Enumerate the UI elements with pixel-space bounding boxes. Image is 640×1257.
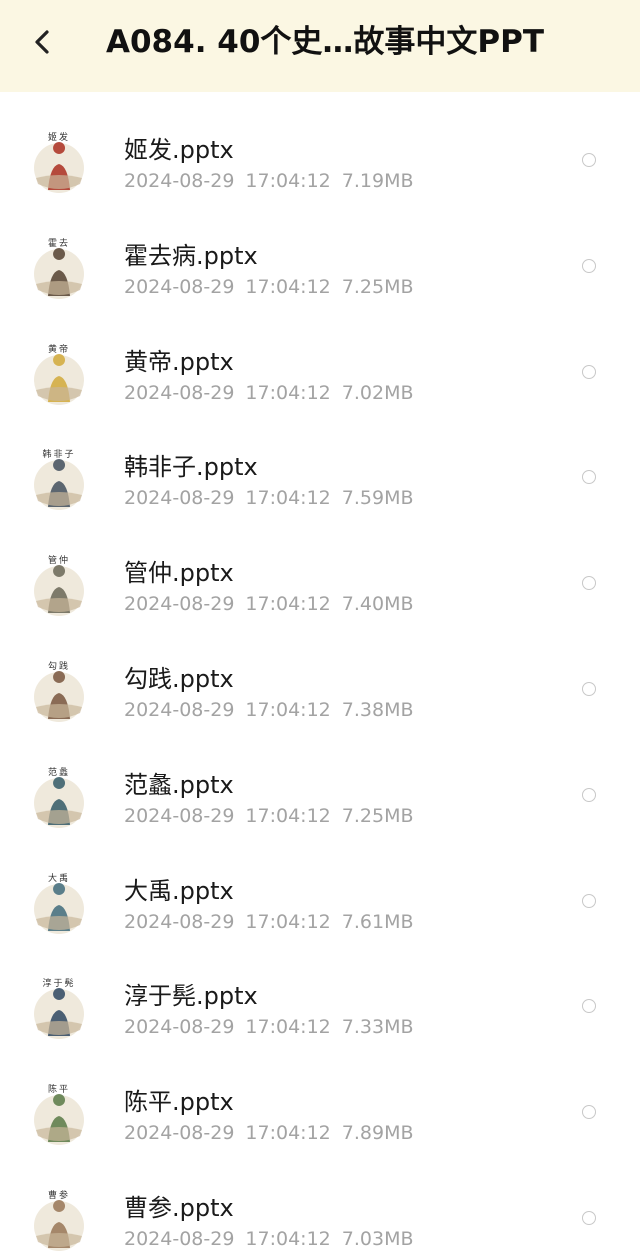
select-radio[interactable] <box>582 1210 596 1225</box>
file-meta: 2024-08-29 17:04:12 7.19MB <box>124 168 425 194</box>
select-radio[interactable] <box>582 787 596 802</box>
select-radio[interactable] <box>582 576 596 591</box>
page-title: A084. 40个史…故事中文PPT <box>106 24 544 60</box>
file-meta: 2024-08-29 17:04:12 7.59MB <box>124 485 425 511</box>
file-name: 范蠡.pptx <box>124 770 234 799</box>
file-meta: 2024-08-29 17:04:12 7.89MB <box>124 1120 425 1146</box>
file-meta: 2024-08-29 17:04:12 7.03MB <box>124 1226 425 1252</box>
file-meta: 2024-08-29 17:04:12 7.25MB <box>124 274 425 300</box>
thumbnail-caption: 韩非子 <box>42 450 76 461</box>
thumbnail-caption: 姬发 <box>47 133 70 143</box>
file-size: 7.40MB <box>341 593 414 616</box>
file-time: 17:04:12 <box>245 1016 331 1039</box>
select-radio[interactable] <box>582 681 596 696</box>
file-date: 2024-08-29 <box>124 275 235 298</box>
file-date: 2024-08-29 <box>124 170 235 192</box>
file-list-item[interactable]: 陈平 陈平.pptx 2024-08-29 17:04:12 7.89MB <box>0 1044 640 1150</box>
select-radio[interactable] <box>582 893 596 908</box>
file-size: 7.59MB <box>341 487 414 510</box>
file-time: 17:04:12 <box>245 593 331 616</box>
file-date: 2024-08-29 <box>124 1227 235 1250</box>
file-time: 17:04:12 <box>245 275 331 298</box>
file-size: 7.25MB <box>341 804 414 827</box>
file-meta: 2024-08-29 17:04:12 7.38MB <box>124 697 425 723</box>
select-radio[interactable] <box>582 153 596 167</box>
file-meta: 2024-08-29 17:04:12 7.61MB <box>124 909 425 935</box>
file-list-item[interactable]: 黄帝 黄帝.pptx 2024-08-29 17:04:12 7.02MB <box>0 304 640 410</box>
file-name: 黄帝.pptx <box>124 347 234 376</box>
file-time: 17:04:12 <box>245 804 331 827</box>
file-name: 姬发.pptx <box>124 136 234 164</box>
thumbnail-caption: 曹参 <box>47 1190 70 1201</box>
file-date: 2024-08-29 <box>124 1016 235 1039</box>
file-meta: 2024-08-29 17:04:12 7.33MB <box>124 1014 425 1040</box>
file-list-item[interactable]: 曹参 曹参.pptx 2024-08-29 17:04:12 7.03MB <box>0 1150 640 1256</box>
file-time: 17:04:12 <box>245 170 331 192</box>
chevron-left-icon <box>35 30 49 54</box>
select-radio[interactable] <box>582 470 596 485</box>
file-time: 17:04:12 <box>245 698 331 721</box>
thumbnail-caption: 霍去 <box>47 238 70 249</box>
file-list-item[interactable]: 淳于髡 淳于髡.pptx 2024-08-29 17:04:12 7.33MB <box>0 938 640 1044</box>
file-date: 2024-08-29 <box>124 487 235 510</box>
thumbnail-caption: 范蠡 <box>47 767 70 778</box>
file-time: 17:04:12 <box>245 910 331 933</box>
file-name: 霍去病.pptx <box>124 241 258 270</box>
file-date: 2024-08-29 <box>124 804 235 827</box>
file-list-item[interactable]: 范蠡 范蠡.pptx 2024-08-29 17:04:12 7.25MB <box>0 727 640 833</box>
file-meta: 2024-08-29 17:04:12 7.02MB <box>124 380 425 406</box>
file-name: 陈平.pptx <box>124 1088 234 1117</box>
file-date: 2024-08-29 <box>124 593 235 616</box>
thumbnail-caption: 管仲 <box>47 556 70 567</box>
file-date: 2024-08-29 <box>124 698 235 721</box>
select-radio[interactable] <box>582 258 596 273</box>
file-size: 7.02MB <box>341 381 414 404</box>
file-size: 7.61MB <box>341 910 414 933</box>
file-list: 姬发 姬发.pptx 2024-08-29 17:04:12 7.19MB 霍去 霍去病.p… <box>0 92 640 1256</box>
file-list-item[interactable]: 管仲 管仲.pptx 2024-08-29 17:04:12 7.40MB <box>0 515 640 621</box>
file-time: 17:04:12 <box>245 381 331 404</box>
thumbnail-caption: 大禹 <box>47 873 70 884</box>
thumbnail-caption: 淳于髡 <box>42 979 76 990</box>
file-name: 曹参.pptx <box>124 1193 234 1222</box>
back-button[interactable] <box>22 22 62 62</box>
file-size: 7.03MB <box>341 1227 414 1250</box>
thumbnail-caption: 黄帝 <box>47 344 70 355</box>
file-meta: 2024-08-29 17:04:12 7.25MB <box>124 803 425 829</box>
thumbnail-caption: 勾践 <box>47 661 70 672</box>
file-time: 17:04:12 <box>245 1227 331 1250</box>
file-list-item[interactable]: 大禹 大禹.pptx 2024-08-29 17:04:12 7.61MB <box>0 833 640 939</box>
file-date: 2024-08-29 <box>124 1122 235 1145</box>
file-date: 2024-08-29 <box>124 910 235 933</box>
file-size: 7.25MB <box>341 275 414 298</box>
file-size: 7.19MB <box>341 170 414 192</box>
header-bar: A084. 40个史…故事中文PPT <box>0 0 640 92</box>
file-list-item[interactable]: 霍去 霍去病.pptx 2024-08-29 17:04:12 7.25MB <box>0 198 640 304</box>
select-radio[interactable] <box>582 999 596 1014</box>
file-name: 韩非子.pptx <box>124 453 258 482</box>
file-list-item[interactable]: 勾践 勾践.pptx 2024-08-29 17:04:12 7.38MB <box>0 621 640 727</box>
file-date: 2024-08-29 <box>124 381 235 404</box>
file-list-item[interactable]: 韩非子 韩非子.pptx 2024-08-29 17:04:12 7.59MB <box>0 409 640 515</box>
file-time: 17:04:12 <box>245 487 331 510</box>
file-size: 7.38MB <box>341 698 414 721</box>
file-name: 勾践.pptx <box>124 664 234 693</box>
file-name: 淳于髡.pptx <box>124 982 258 1011</box>
file-size: 7.89MB <box>341 1122 414 1145</box>
file-size: 7.33MB <box>341 1016 414 1039</box>
select-radio[interactable] <box>582 1105 596 1120</box>
file-name: 大禹.pptx <box>124 876 234 905</box>
thumbnail-caption: 陈平 <box>47 1085 70 1096</box>
select-radio[interactable] <box>582 364 596 379</box>
file-name: 管仲.pptx <box>124 559 234 588</box>
file-meta: 2024-08-29 17:04:12 7.40MB <box>124 591 425 617</box>
file-list-item[interactable]: 姬发 姬发.pptx 2024-08-29 17:04:12 7.19MB <box>0 92 640 198</box>
file-time: 17:04:12 <box>245 1122 331 1145</box>
